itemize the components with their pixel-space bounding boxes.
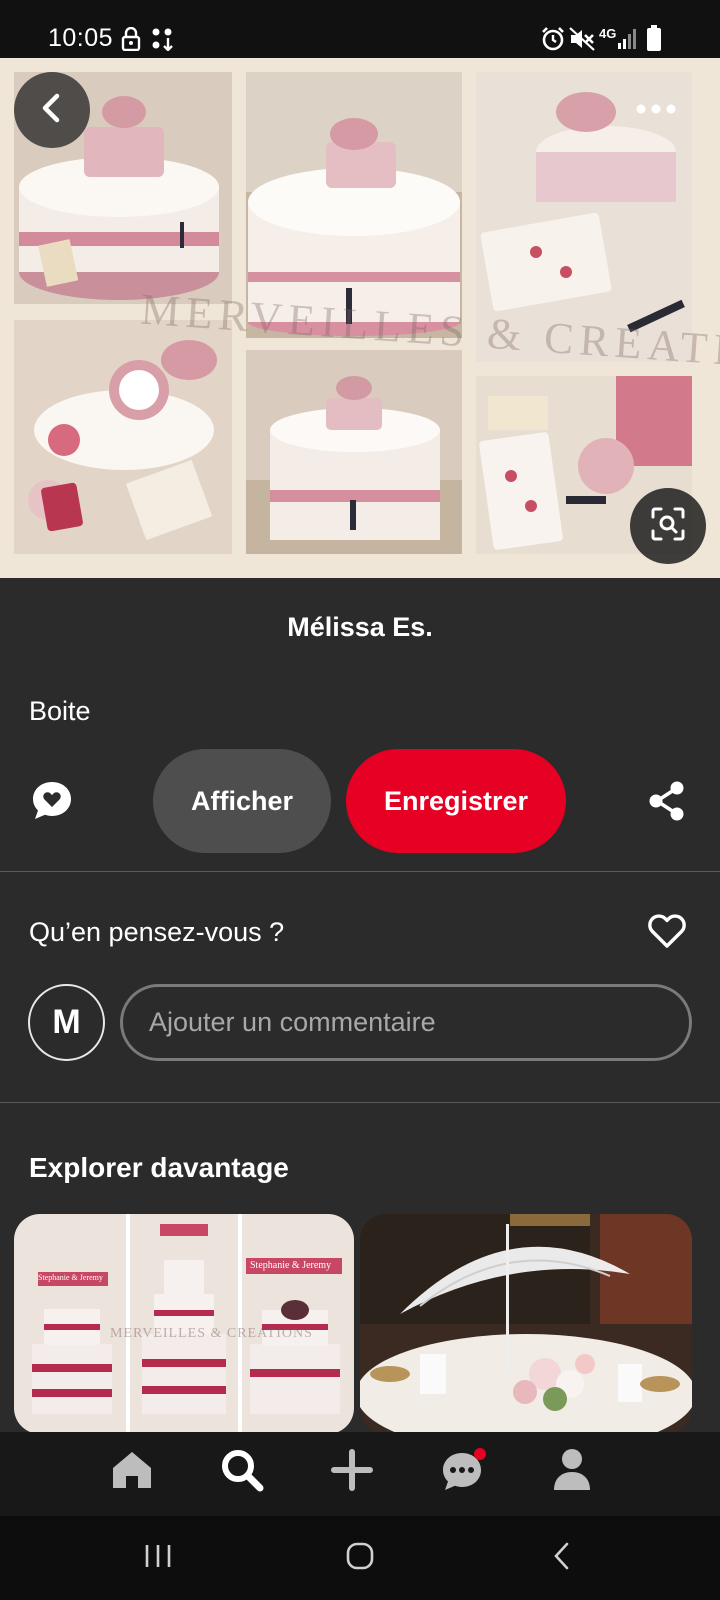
nav-create[interactable]: [322, 1442, 382, 1502]
explore-title: Explorer davantage: [29, 1152, 289, 1183]
card-banner-right: Stephanie & Jeremy: [250, 1260, 332, 1271]
pin-author[interactable]: Mélissa Es.: [0, 612, 720, 643]
home-circle-icon: [345, 1541, 375, 1576]
collage-photo: [246, 350, 462, 554]
avatar[interactable]: M: [28, 984, 105, 1061]
bottom-nav: [0, 1432, 720, 1516]
back-button[interactable]: [14, 72, 90, 148]
card-banner-left: Stephanie & Jeremy: [38, 1273, 103, 1282]
explore-card[interactable]: [360, 1214, 692, 1434]
transfer-icon: [151, 27, 175, 56]
more-options-button[interactable]: [630, 90, 682, 130]
action-row: Afficher Enregistrer: [0, 749, 720, 853]
messages-icon: [440, 1448, 486, 1494]
divider: [0, 1102, 720, 1103]
add-icon: [331, 1448, 373, 1496]
divider: [0, 871, 720, 872]
nav-profile[interactable]: [542, 1442, 602, 1502]
recent-apps-button[interactable]: [133, 1536, 183, 1580]
signal-icon: [617, 27, 637, 54]
nav-home[interactable]: [102, 1442, 162, 1502]
status-time: 10:05: [48, 24, 114, 52]
save-button[interactable]: Enregistrer: [346, 749, 566, 853]
share-icon: [645, 781, 689, 827]
nav-search[interactable]: [212, 1442, 272, 1502]
network-type: 4G: [599, 26, 617, 41]
like-button[interactable]: [647, 913, 687, 953]
search-icon: [220, 1448, 264, 1497]
explore-card[interactable]: Stephanie & Jeremy Stephanie & Jeremy ME…: [14, 1214, 354, 1434]
share-button[interactable]: [645, 779, 689, 823]
comment-input[interactable]: [120, 984, 692, 1061]
home-icon: [111, 1450, 153, 1495]
pin-title: Boite: [29, 696, 91, 726]
status-bar: 10:05 4G: [0, 0, 720, 58]
home-system-button[interactable]: [335, 1536, 385, 1580]
pin-image[interactable]: MERVEILLES & CREATIONS: [0, 58, 720, 578]
back-system-button[interactable]: [537, 1536, 587, 1580]
recent-apps-icon: [143, 1543, 173, 1574]
lock-icon: [121, 26, 141, 56]
visual-search-icon: [650, 506, 686, 547]
notification-dot: [474, 1448, 486, 1460]
mute-icon: [569, 27, 595, 56]
system-nav: [0, 1516, 720, 1600]
show-button[interactable]: Afficher: [153, 749, 331, 853]
back-chevron-icon: [552, 1541, 572, 1576]
comments-question: Qu’en pensez-vous ?: [29, 917, 285, 947]
collage-photo: [14, 320, 232, 554]
back-arrow-icon: [39, 93, 65, 128]
visual-search-button[interactable]: [630, 488, 706, 564]
card-watermark: MERVEILLES & CREATIONS: [110, 1326, 313, 1341]
chat-heart-icon: [30, 782, 74, 827]
nav-messages[interactable]: [432, 1442, 492, 1502]
alarm-icon: [541, 26, 565, 57]
comment-button[interactable]: [30, 779, 74, 823]
heart-icon: [647, 914, 687, 953]
profile-icon: [552, 1448, 592, 1497]
battery-icon: [647, 25, 661, 56]
more-options-icon: [636, 101, 676, 119]
